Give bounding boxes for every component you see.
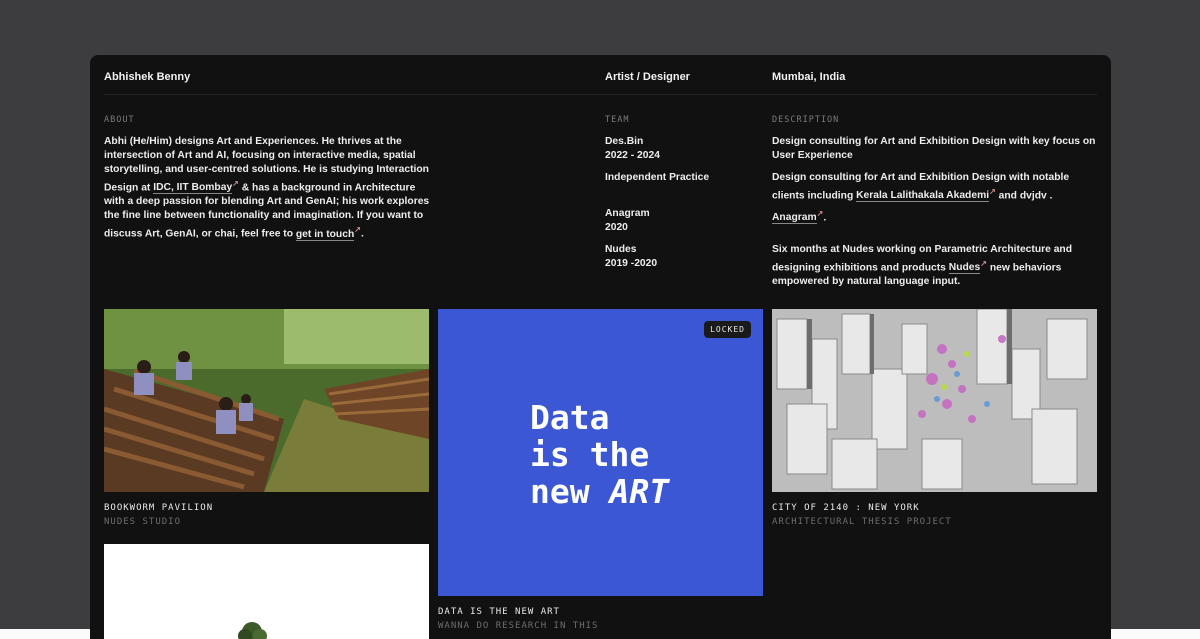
- external-link-icon: ↗: [354, 225, 361, 235]
- team-entry-desbin: Des.Bin 2022 - 2024: [605, 135, 660, 163]
- city-2140-image[interactable]: [772, 309, 1097, 492]
- data-art-caption: DATA IS THE NEW ART WANNA DO RESEARCH IN…: [438, 607, 598, 631]
- description-anagram: Anagram↗.: [772, 207, 1102, 225]
- bookworm-pavilion-image[interactable]: [104, 309, 429, 492]
- bookworm-caption: BOOKWORM PAVILION NUDES STUDIO: [104, 503, 213, 527]
- anagram-link[interactable]: Anagram: [772, 212, 817, 225]
- tree-project-image[interactable]: [104, 544, 429, 639]
- data-art-headline: Data is the new ART: [530, 399, 669, 510]
- project-title[interactable]: BOOKWORM PAVILION: [104, 503, 213, 513]
- pavilion-photo: [104, 309, 429, 492]
- owner-name: Abhishek Benny: [104, 71, 191, 83]
- project-subtitle: WANNA DO RESEARCH IN THIS: [438, 621, 599, 631]
- description-desbin: Design consulting for Art and Exhibition…: [772, 136, 1096, 161]
- external-link-icon: ↗: [989, 187, 996, 196]
- description-text: .: [823, 212, 827, 224]
- city-render: [772, 309, 1097, 492]
- description-nudes: Six months at Nudes working on Parametri…: [772, 243, 1102, 289]
- project-title[interactable]: DATA IS THE NEW ART: [438, 607, 598, 617]
- owner-location: Mumbai, India: [772, 71, 846, 83]
- portfolio-card: Abhishek Benny Artist / Designer Mumbai,…: [90, 55, 1111, 639]
- idc-link[interactable]: IDC, IIT Bombay: [153, 182, 233, 195]
- team-label: TEAM: [605, 115, 630, 125]
- header-row: Abhishek Benny Artist / Designer Mumbai,…: [104, 55, 1097, 95]
- team-years: 2022 - 2024: [605, 150, 660, 161]
- project-subtitle: NUDES STUDIO: [104, 517, 182, 527]
- owner-role: Artist / Designer: [605, 71, 690, 83]
- team-years: 2019 -2020: [605, 258, 658, 269]
- headline-line: Data: [530, 398, 610, 437]
- tree-illustration: [238, 622, 267, 639]
- nudes-link[interactable]: Nudes: [948, 262, 981, 275]
- external-link-icon: ↗: [232, 179, 239, 188]
- about-label: ABOUT: [104, 115, 135, 125]
- description-independent: Design consulting for Art and Exhibition…: [772, 171, 1102, 203]
- team-years: 2020: [605, 222, 628, 233]
- headline-word-art: ART: [609, 472, 670, 511]
- external-link-icon: ↗: [980, 259, 987, 268]
- team-name: Independent Practice: [605, 172, 710, 183]
- about-paragraph: Abhi (He/Him) designs Art and Experience…: [104, 135, 434, 242]
- project-title[interactable]: CITY OF 2140 : NEW YORK: [772, 503, 952, 513]
- team-entry-independent: Independent Practice: [605, 171, 709, 185]
- team-name: Nudes: [605, 244, 637, 255]
- description-text: and dvjdv .: [995, 190, 1053, 202]
- get-in-touch-link[interactable]: get in touch: [295, 228, 355, 241]
- locked-badge: LOCKED: [704, 321, 751, 338]
- data-is-the-new-art-tile[interactable]: LOCKED Data is the new ART: [438, 309, 763, 596]
- description-label: DESCRIPTION: [772, 115, 840, 125]
- about-text-part: .: [360, 228, 364, 240]
- team-name: Des.Bin: [605, 136, 644, 147]
- kerala-lalithakala-link[interactable]: Kerala Lalithakala Akademi: [856, 190, 990, 203]
- team-entry-anagram: Anagram 2020: [605, 207, 650, 235]
- team-entry-nudes: Nudes 2019 -2020: [605, 243, 657, 271]
- headline-line: new ART: [530, 473, 669, 510]
- city-2140-caption: CITY OF 2140 : NEW YORK ARCHITECTURAL TH…: [772, 503, 952, 527]
- headline-line: is the: [530, 435, 650, 474]
- project-subtitle: ARCHITECTURAL THESIS PROJECT: [772, 517, 952, 527]
- headline-word: new: [530, 472, 610, 511]
- team-name: Anagram: [605, 208, 650, 219]
